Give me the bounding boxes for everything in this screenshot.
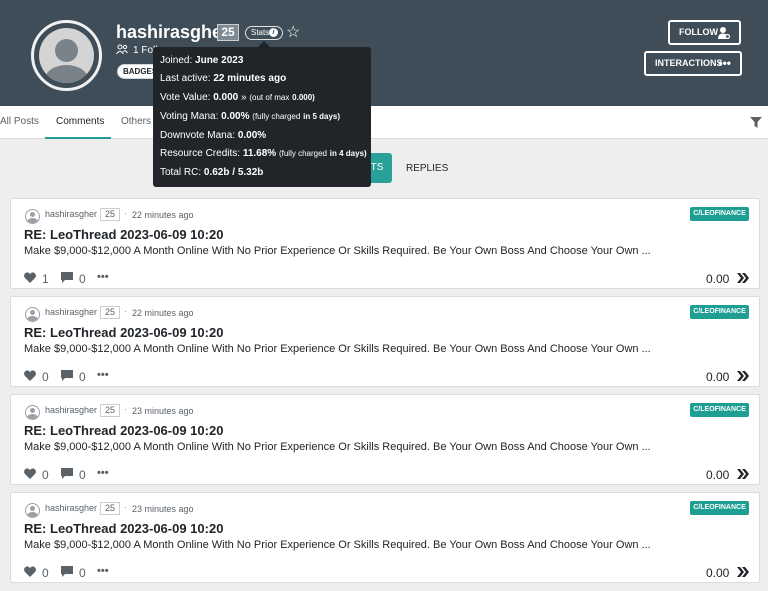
- post-author-reputation: 25: [100, 404, 120, 417]
- post-author[interactable]: hashirasgher: [45, 307, 97, 317]
- post-excerpt[interactable]: Make $9,000-$12,000 A Month Online With …: [24, 343, 651, 355]
- more-icon[interactable]: •••: [97, 467, 109, 479]
- separator-dot: ·: [124, 208, 127, 218]
- hive-icon: »: [241, 92, 247, 103]
- like-count: 1: [42, 272, 49, 286]
- tooltip-voting-mana: Voting Mana: 0.00% (fully charged in 5 d…: [160, 111, 341, 122]
- post-title[interactable]: RE: LeoThread 2023-06-09 10:20: [24, 325, 223, 340]
- comment-icon[interactable]: [61, 468, 73, 479]
- post-author[interactable]: hashirasgher: [45, 209, 97, 219]
- interactions-button[interactable]: INTERACTIONS •••: [644, 51, 742, 76]
- post-author-reputation: 25: [100, 502, 120, 515]
- more-icon[interactable]: •••: [97, 369, 109, 381]
- tab-all-posts[interactable]: All Posts: [0, 116, 39, 127]
- heart-icon[interactable]: [24, 272, 36, 283]
- payout-value[interactable]: 0.00: [706, 468, 729, 482]
- more-icon[interactable]: •••: [97, 565, 109, 577]
- tooltip-downvote-mana: Downvote Mana: 0.00%: [160, 130, 267, 141]
- hive-icon: [737, 469, 749, 479]
- filter-icon[interactable]: [750, 117, 762, 128]
- tooltip-total-rc: Total RC: 0.62b / 5.32b: [160, 167, 264, 178]
- comment-icon[interactable]: [61, 370, 73, 381]
- post-title[interactable]: RE: LeoThread 2023-06-09 10:20: [24, 521, 223, 536]
- heart-icon[interactable]: [24, 566, 36, 577]
- post-card[interactable]: hashirasgher 25 · 23 minutes ago C/LEOFI…: [10, 492, 760, 583]
- like-count: 0: [42, 468, 49, 482]
- post-title[interactable]: RE: LeoThread 2023-06-09 10:20: [24, 227, 223, 242]
- community-tag[interactable]: C/LEOFINANCE: [690, 207, 749, 221]
- followers-icon: [116, 44, 128, 55]
- comment-count: 0: [79, 566, 86, 580]
- tooltip-resource-credits: Resource Credits: 11.68% (fully charged …: [160, 148, 367, 159]
- like-count: 0: [42, 566, 49, 580]
- tooltip-joined: Joined: June 2023: [160, 55, 244, 66]
- post-excerpt[interactable]: Make $9,000-$12,000 A Month Online With …: [24, 245, 651, 257]
- heart-icon[interactable]: [24, 468, 36, 479]
- follow-button[interactable]: FOLLOW: [668, 20, 741, 45]
- community-tag[interactable]: C/LEOFINANCE: [690, 305, 749, 319]
- profile-tabs: All Posts Comments Others: [0, 106, 768, 139]
- post-timestamp[interactable]: 22 minutes ago: [132, 210, 194, 220]
- post-card[interactable]: hashirasgher 25 · 23 minutes ago C/LEOFI…: [10, 394, 760, 485]
- user-avatar-icon[interactable]: [25, 307, 40, 322]
- post-author-reputation: 25: [100, 208, 120, 221]
- active-tab-indicator: [45, 137, 111, 139]
- post-timestamp[interactable]: 22 minutes ago: [132, 308, 194, 318]
- interactions-label: INTERACTIONS: [655, 58, 723, 68]
- info-icon: i: [269, 28, 278, 37]
- comment-count: 0: [79, 370, 86, 384]
- post-timestamp[interactable]: 23 minutes ago: [132, 504, 194, 514]
- tooltip-last-active: Last active: 22 minutes ago: [160, 73, 287, 84]
- tooltip-vote-value: Vote Value: 0.000 » (out of max 0.000): [160, 92, 315, 103]
- stats-tooltip: Joined: June 2023 Last active: 22 minute…: [153, 41, 371, 187]
- post-author[interactable]: hashirasgher: [45, 503, 97, 513]
- post-excerpt[interactable]: Make $9,000-$12,000 A Month Online With …: [24, 539, 651, 551]
- post-excerpt[interactable]: Make $9,000-$12,000 A Month Online With …: [24, 441, 651, 453]
- hive-icon: [737, 567, 749, 577]
- follow-label: FOLLOW: [679, 27, 718, 37]
- user-add-icon: [718, 27, 730, 39]
- avatar[interactable]: [31, 20, 102, 91]
- tab-comments[interactable]: Comments: [56, 116, 104, 127]
- post-timestamp[interactable]: 23 minutes ago: [132, 406, 194, 416]
- post-card[interactable]: hashirasgher 25 · 22 minutes ago C/LEOFI…: [10, 198, 760, 289]
- community-tag[interactable]: C/LEOFINANCE: [690, 403, 749, 417]
- user-avatar-icon[interactable]: [25, 209, 40, 224]
- tab-others[interactable]: Others: [121, 116, 151, 127]
- more-icon: •••: [718, 56, 731, 70]
- community-tag[interactable]: C/LEOFINANCE: [690, 501, 749, 515]
- post-author[interactable]: hashirasgher: [45, 405, 97, 415]
- payout-value[interactable]: 0.00: [706, 370, 729, 384]
- comment-count: 0: [79, 468, 86, 482]
- star-icon[interactable]: ☆: [286, 24, 300, 42]
- profile-header: hashirasgher 25 Stats i ☆ 1 Foll BADGES …: [0, 0, 768, 106]
- heart-icon[interactable]: [24, 370, 36, 381]
- like-count: 0: [42, 370, 49, 384]
- payout-value[interactable]: 0.00: [706, 272, 729, 286]
- profile-username: hashirasgher: [116, 22, 230, 42]
- separator-dot: ·: [124, 404, 127, 414]
- reputation-badge: 25: [217, 24, 239, 41]
- stats-button[interactable]: Stats i: [245, 26, 283, 40]
- more-icon[interactable]: •••: [97, 271, 109, 283]
- user-avatar-icon[interactable]: [25, 503, 40, 518]
- comment-count: 0: [79, 272, 86, 286]
- comment-icon[interactable]: [61, 272, 73, 283]
- user-avatar-icon[interactable]: [25, 405, 40, 420]
- hive-icon: [737, 371, 749, 381]
- payout-value[interactable]: 0.00: [706, 566, 729, 580]
- post-card[interactable]: hashirasgher 25 · 22 minutes ago C/LEOFI…: [10, 296, 760, 387]
- separator-dot: ·: [124, 306, 127, 316]
- subtab-replies[interactable]: REPLIES: [406, 163, 448, 174]
- avatar-placeholder-icon: [39, 28, 94, 83]
- post-author-reputation: 25: [100, 306, 120, 319]
- hive-icon: [737, 273, 749, 283]
- separator-dot: ·: [124, 502, 127, 512]
- comment-icon[interactable]: [61, 566, 73, 577]
- stats-label: Stats: [251, 28, 270, 37]
- post-title[interactable]: RE: LeoThread 2023-06-09 10:20: [24, 423, 223, 438]
